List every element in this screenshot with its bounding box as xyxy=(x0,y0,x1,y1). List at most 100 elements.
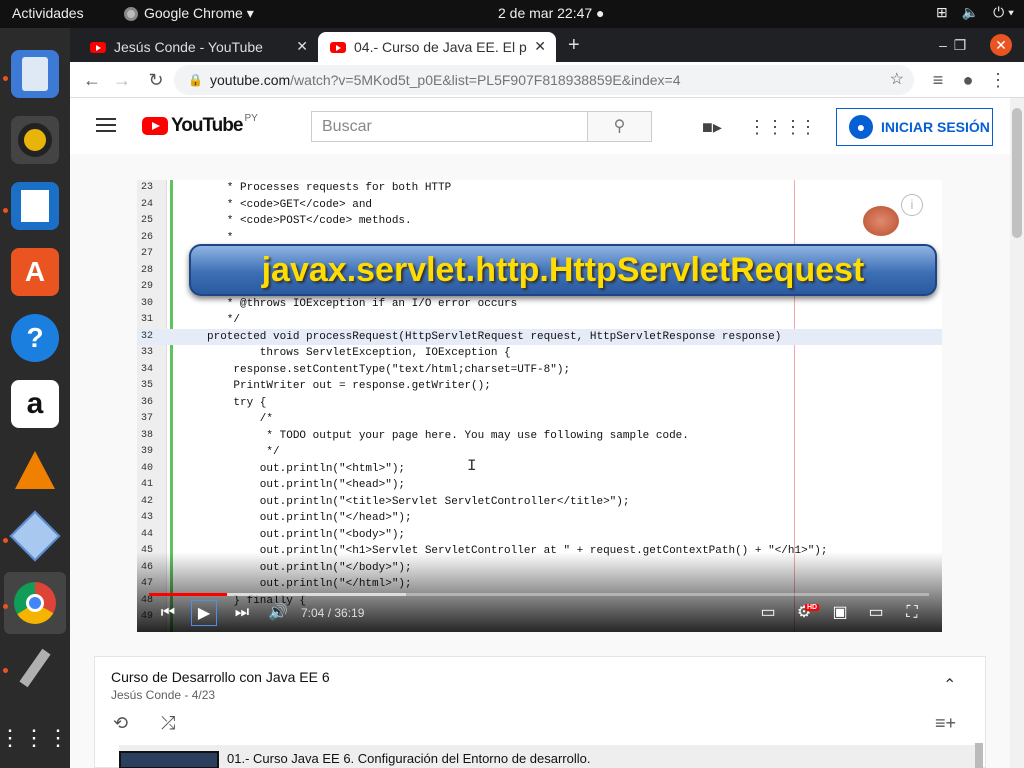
subtitles-icon[interactable]: ▭ xyxy=(755,600,781,626)
code-line: 33 throws ServletException, IOException … xyxy=(137,345,942,361)
code-line: 41 out.println("<head>"); xyxy=(137,477,942,493)
scrollbar-thumb[interactable] xyxy=(1012,108,1022,238)
search-input[interactable]: Buscar xyxy=(311,111,588,142)
search-button[interactable]: ⚲ xyxy=(587,111,652,142)
info-icon[interactable]: i xyxy=(901,194,923,216)
youtube-wordmark: YouTube xyxy=(171,115,243,136)
text-editor-icon[interactable] xyxy=(11,644,59,692)
chrome-icon xyxy=(124,6,138,21)
chrome-menu-icon[interactable]: ⋮ xyxy=(986,68,1010,92)
app-menu-label: Google Chrome ▾ xyxy=(144,5,254,21)
sign-in-label: INICIAR SESIÓN xyxy=(881,119,990,135)
code-line: 32 protected void processRequest(HttpServ… xyxy=(137,328,942,345)
theater-mode-icon[interactable]: ▭ xyxy=(863,600,889,626)
files-icon[interactable] xyxy=(11,50,59,98)
line-number: 37 xyxy=(140,413,153,424)
close-tab-icon[interactable]: ✕ xyxy=(296,38,308,55)
hd-badge: HD xyxy=(805,604,820,611)
page-scrollbar[interactable] xyxy=(1010,98,1024,768)
clock[interactable]: 2 de mar 22:47 ● xyxy=(498,5,605,21)
software-center-icon[interactable]: A xyxy=(11,248,59,296)
tab-curso-java[interactable]: 04.- Curso de Java EE. El p ✕ xyxy=(318,32,556,62)
code-line: 35 PrintWriter out = response.getWriter(… xyxy=(137,378,942,394)
forward-arrow-icon[interactable]: → xyxy=(110,68,134,92)
dock-running-dot xyxy=(3,76,8,81)
activities-button[interactable]: Actividades xyxy=(12,5,84,21)
code-text: throws ServletException, IOException { xyxy=(207,347,511,359)
dock-running-dot xyxy=(3,604,8,609)
playlist-item-thumbnail xyxy=(119,751,219,768)
show-apps-icon[interactable]: ⋮⋮⋮ xyxy=(0,714,69,762)
apps-grid-icon[interactable]: ⋮⋮⋮ xyxy=(748,115,802,139)
text-cursor-icon: I xyxy=(467,457,477,475)
playlist-subtitle[interactable]: Jesús Conde - 4/23 xyxy=(111,688,215,702)
line-number: 44 xyxy=(140,528,153,540)
loop-icon[interactable]: ⟲ xyxy=(113,713,128,734)
media-queue-icon[interactable]: ≡ xyxy=(926,68,950,92)
playlist-item-title: 01.- Curso Java EE 6. Configuración del … xyxy=(227,751,591,766)
network-icon: ⊞ xyxy=(935,4,948,20)
line-number: 35 xyxy=(140,380,153,391)
sign-in-button[interactable]: ● INICIAR SESIÓN xyxy=(836,108,993,146)
code-text: out.println("<body>"); xyxy=(207,528,406,541)
writer-icon[interactable] xyxy=(11,182,59,230)
back-arrow-icon[interactable]: ← xyxy=(80,68,104,92)
miniplayer-icon[interactable]: ▣ xyxy=(827,600,853,626)
time-display: 7:04 / 36:19 xyxy=(301,606,365,620)
code-line: 23 * Processes requests for both HTTP xyxy=(137,180,942,196)
class-name-banner: javax.servlet.http.HttpServletRequest xyxy=(189,244,937,296)
virtualbox-icon[interactable] xyxy=(9,510,61,562)
tab-jesus-conde[interactable]: Jesús Conde - YouTube ✕ xyxy=(78,32,318,62)
video-player[interactable]: 23 * Processes requests for both HTTP 24 … xyxy=(137,180,942,632)
progress-bar[interactable] xyxy=(149,593,929,596)
app-menu[interactable]: Google Chrome ▾ xyxy=(124,5,254,22)
system-top-bar: Actividades Google Chrome ▾ 2 de mar 22:… xyxy=(0,0,1024,28)
youtube-logo[interactable]: YouTube PY xyxy=(142,113,258,137)
volume-icon[interactable]: 🔊 xyxy=(265,600,291,626)
line-number: 29 xyxy=(140,281,153,292)
shuffle-icon[interactable]: ⤮ xyxy=(161,713,175,734)
line-number: 40 xyxy=(140,462,153,474)
line-number: 30 xyxy=(140,297,153,309)
close-window-button[interactable]: ✕ xyxy=(990,34,1012,56)
address-bar[interactable]: 🔒 youtube.com/watch?v=5MKod5t_p0E&list=P… xyxy=(174,65,914,95)
previous-icon[interactable]: ⏮ xyxy=(155,600,181,626)
playlist-item[interactable]: 01.- Curso Java EE 6. Configuración del … xyxy=(119,745,981,768)
profile-icon[interactable]: ● xyxy=(956,68,980,92)
line-number: 36 xyxy=(140,396,153,408)
code-line: 30 * @throws IOException if an I/O error… xyxy=(137,296,942,312)
code-line: 42 out.println("<title>Servlet ServletCo… xyxy=(137,494,942,510)
system-tray[interactable]: ⊞ 🔈 ⏻ ▾ xyxy=(936,4,1014,21)
code-text: response.setContentType("text/html;chars… xyxy=(207,363,571,376)
maximize-button[interactable]: ❐ xyxy=(949,34,971,56)
account-icon: ● xyxy=(849,115,873,139)
menu-hamburger-icon[interactable] xyxy=(96,118,116,132)
next-icon[interactable]: ⏭ xyxy=(229,600,255,626)
vlc-icon[interactable] xyxy=(11,446,59,494)
collapse-chevron-icon[interactable]: ⌃ xyxy=(943,675,956,695)
rhythmbox-icon[interactable] xyxy=(11,116,59,164)
help-icon[interactable]: ? xyxy=(11,314,59,362)
play-button[interactable]: ▶ xyxy=(191,600,217,626)
code-text: out.println("<title>Servlet ServletContr… xyxy=(207,495,630,508)
save-playlist-icon[interactable]: ≡+ xyxy=(935,713,956,734)
settings-more-icon[interactable]: ⋮ xyxy=(796,115,820,139)
code-text: protected void processRequest(HttpServle… xyxy=(207,330,782,343)
close-tab-icon[interactable]: ✕ xyxy=(534,38,546,55)
playlist-scrollbar[interactable] xyxy=(975,743,983,768)
youtube-favicon-icon xyxy=(330,41,346,53)
code-text: out.println("</head>"); xyxy=(207,512,412,524)
create-video-icon[interactable]: ■▸ xyxy=(700,115,724,139)
code-text: */ xyxy=(207,446,280,458)
youtube-page: YouTube PY Buscar ⚲ ■▸ ⋮⋮⋮ ⋮ ● INICIAR S… xyxy=(70,98,1024,768)
bookmark-star-icon[interactable]: ☆ xyxy=(890,65,904,95)
new-tab-button[interactable]: + xyxy=(568,34,580,57)
amazon-icon[interactable]: a xyxy=(11,380,59,428)
chrome-dock-icon[interactable] xyxy=(11,579,59,627)
search-icon: ⚲ xyxy=(613,118,626,135)
code-text: /* xyxy=(207,413,274,425)
code-text: PrintWriter out = response.getWriter(); xyxy=(207,380,491,392)
reload-icon[interactable]: ↻ xyxy=(144,68,168,92)
fullscreen-icon[interactable]: ⛶ xyxy=(899,600,925,626)
playlist-title[interactable]: Curso de Desarrollo con Java EE 6 xyxy=(111,669,330,685)
